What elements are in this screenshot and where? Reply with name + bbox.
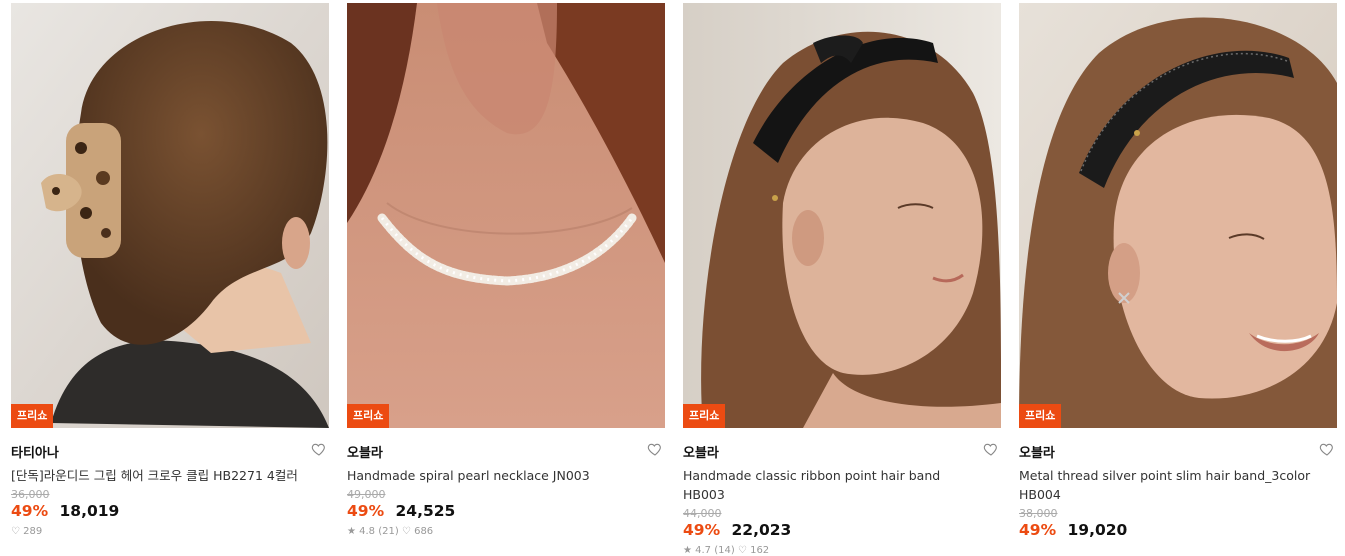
product-meta: ♡ 289 — [11, 526, 43, 537]
discount-rate: 49% — [347, 502, 385, 520]
discount-rate: 49% — [683, 521, 721, 539]
heart-icon[interactable] — [983, 441, 999, 457]
sale-price: 18,019 — [59, 502, 120, 520]
product-photo — [11, 3, 329, 428]
product-photo — [683, 3, 1001, 428]
brand-name[interactable]: 오블라 — [683, 446, 719, 461]
original-price: 49,000 — [347, 488, 386, 501]
brand-name[interactable]: 오블라 — [347, 446, 383, 461]
product-name[interactable]: Handmade spiral pearl necklace JN003 — [347, 466, 647, 485]
product-photo — [347, 3, 665, 428]
heart-icon[interactable] — [647, 441, 663, 457]
product-photo — [1019, 3, 1337, 428]
brand-name[interactable]: 타티아나 — [11, 446, 59, 461]
sale-price: 24,525 — [395, 502, 456, 520]
product-image[interactable]: 프리쇼 — [11, 3, 329, 428]
discount-rate: 49% — [11, 502, 49, 520]
product-grid: 프리쇼 타티아나 [단독]라운디드 그립 헤어 크로우 클립 HB2271 4컬… — [0, 0, 1345, 556]
product-image[interactable]: 프리쇼 — [347, 3, 665, 428]
preshow-badge: 프리쇼 — [1019, 404, 1062, 428]
preshow-badge: 프리쇼 — [347, 404, 390, 428]
original-price: 36,000 — [11, 488, 50, 501]
original-price: 44,000 — [683, 507, 722, 520]
product-card[interactable]: 프리쇼 오블라 Metal thread silver point slim h… — [1019, 3, 1337, 546]
product-card[interactable]: 프리쇼 오블라 Handmade spiral pearl necklace J… — [347, 3, 665, 546]
heart-icon[interactable] — [311, 441, 327, 457]
product-meta: ★ 4.8 (21) ♡ 686 — [347, 526, 434, 537]
discount-rate: 49% — [1019, 521, 1057, 539]
product-meta: ★ 4.7 (14) ♡ 162 — [683, 545, 770, 556]
product-image[interactable]: 프리쇼 — [683, 3, 1001, 428]
product-card[interactable]: 프리쇼 오블라 Handmade classic ribbon point ha… — [683, 3, 1001, 556]
brand-name[interactable]: 오블라 — [1019, 446, 1055, 461]
heart-icon[interactable] — [1319, 441, 1335, 457]
preshow-badge: 프리쇼 — [11, 404, 54, 428]
product-name[interactable]: [단독]라운디드 그립 헤어 크로우 클립 HB2271 4컬러 — [11, 466, 311, 485]
product-name[interactable]: Metal thread silver point slim hair band… — [1019, 466, 1319, 504]
sale-price: 22,023 — [731, 521, 792, 539]
product-image[interactable]: 프리쇼 — [1019, 3, 1337, 428]
preshow-badge: 프리쇼 — [683, 404, 726, 428]
sale-price: 19,020 — [1067, 521, 1128, 539]
product-card[interactable]: 프리쇼 타티아나 [단독]라운디드 그립 헤어 크로우 클립 HB2271 4컬… — [11, 3, 329, 546]
product-name[interactable]: Handmade classic ribbon point hair band … — [683, 466, 983, 504]
original-price: 38,000 — [1019, 507, 1058, 520]
